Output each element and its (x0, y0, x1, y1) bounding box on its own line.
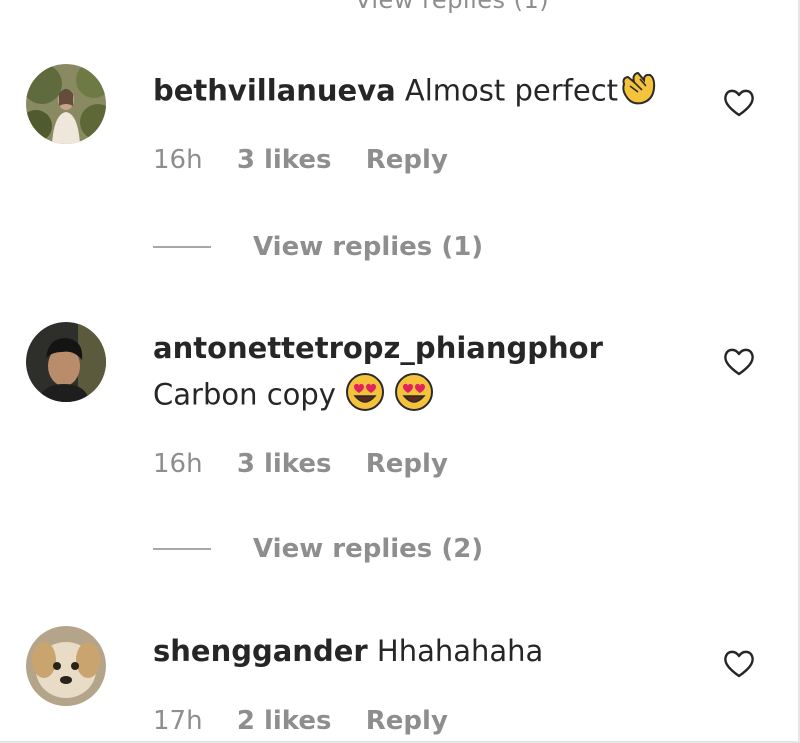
likes-count[interactable]: 2 likes (237, 706, 332, 736)
comment-text: Hhahahaha (376, 634, 544, 668)
reply-button[interactable]: Reply (366, 145, 448, 175)
heart-eyes-icon (345, 372, 385, 421)
avatar[interactable] (26, 64, 106, 144)
heart-outline-icon[interactable] (722, 649, 756, 679)
comment-text: Almost perfect (404, 73, 619, 108)
divider-line (153, 246, 211, 248)
heart-outline-icon[interactable] (722, 347, 756, 377)
view-replies-button[interactable]: View replies (2) (153, 532, 483, 566)
heart-outline-icon[interactable] (722, 88, 756, 118)
timestamp[interactable]: 16h (153, 449, 203, 479)
clapping-hands-icon (618, 70, 658, 115)
comment-meta: 16h 3 likes Reply (153, 145, 474, 175)
username[interactable]: shenggander (153, 634, 368, 668)
view-replies-button[interactable]: View replies (1) (153, 230, 483, 264)
reply-button[interactable]: Reply (366, 449, 448, 479)
timestamp[interactable]: 17h (153, 706, 203, 736)
comment-meta: 17h 2 likes Reply (153, 706, 474, 736)
cut-off-view-replies: View replies (1) (355, 0, 550, 14)
avatar[interactable] (26, 322, 106, 402)
comment-text: Carbon copy (153, 377, 336, 412)
comments-panel: View replies (1) bethvillanueva Almost p… (0, 0, 800, 743)
timestamp[interactable]: 16h (153, 145, 203, 175)
reply-button[interactable]: Reply (366, 706, 448, 736)
comment-meta: 16h 3 likes Reply (153, 449, 474, 479)
likes-count[interactable]: 3 likes (237, 449, 332, 479)
username[interactable]: bethvillanueva (153, 74, 396, 108)
username[interactable]: antonettetropz_phiangphor (153, 331, 603, 365)
likes-count[interactable]: 3 likes (237, 145, 332, 175)
avatar[interactable] (26, 626, 106, 706)
view-replies-label: View replies (1) (253, 232, 484, 262)
heart-eyes-icon (394, 372, 434, 421)
view-replies-label: View replies (2) (253, 534, 484, 564)
divider-line (153, 548, 211, 550)
